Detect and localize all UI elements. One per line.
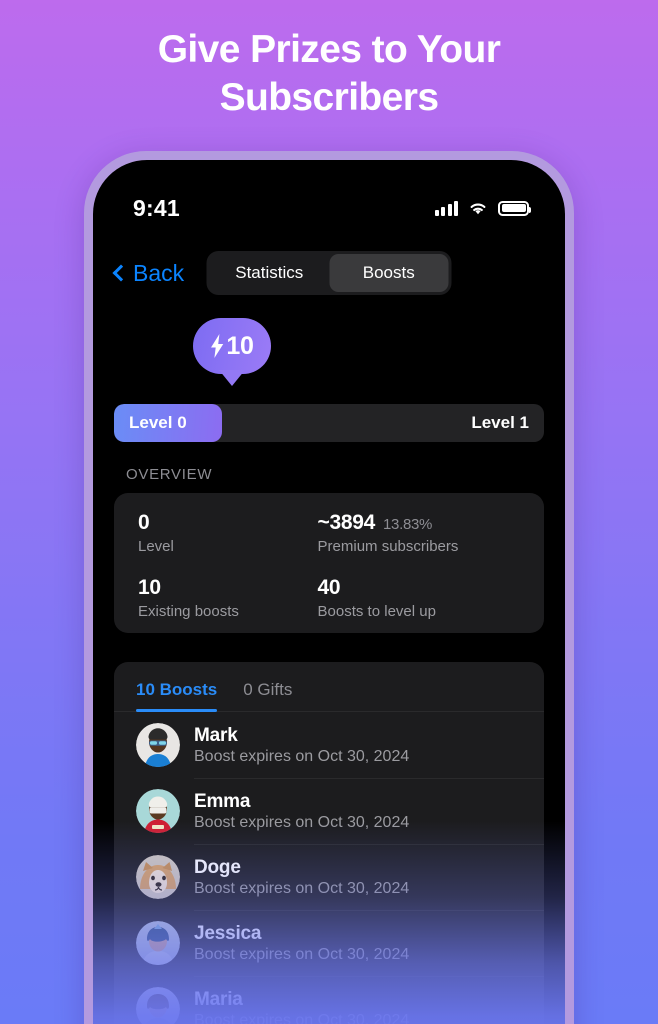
stat-level: 0 Level xyxy=(138,511,318,555)
stat-label: Boosts to level up xyxy=(317,603,436,620)
battery-full-icon xyxy=(498,200,531,216)
stat-boosts-to-level-up: 40 Boosts to level up xyxy=(318,576,520,620)
overview-card: 0 Level ~3894 13.83% Premium subscribers… xyxy=(114,493,544,633)
status-bar: 9:41 xyxy=(93,160,565,234)
avatar-emma xyxy=(136,789,180,833)
boost-count-badge: 10 xyxy=(193,318,271,374)
stat-label: Level xyxy=(138,538,174,555)
stat-percent: 13.83% xyxy=(383,516,433,533)
table-row[interactable]: Maria Boost expires on Oct 30, 2024 xyxy=(114,976,544,1024)
stat-premium-subscribers: ~3894 13.83% Premium subscribers xyxy=(318,511,520,555)
page-title: Give Prizes to Your Subscribers xyxy=(157,28,501,119)
tab-boosts[interactable]: Boosts xyxy=(329,254,449,292)
stat-value: ~3894 13.83% xyxy=(317,511,433,534)
back-button[interactable]: Back xyxy=(112,259,185,287)
boost-count-value: 10 xyxy=(226,331,254,360)
table-row[interactable]: Doge Boost expires on Oct 30, 2024 xyxy=(114,844,544,910)
status-clock: 9:41 xyxy=(133,194,180,221)
row-name: Doge xyxy=(194,856,241,878)
wifi-icon xyxy=(470,203,486,215)
avatar-doge xyxy=(136,855,180,899)
boost-badge-container: 10 xyxy=(93,318,565,396)
lightning-bolt-icon xyxy=(211,334,224,358)
row-text: Emma Boost expires on Oct 30, 2024 xyxy=(194,791,409,832)
row-subtitle: Boost expires on Oct 30, 2024 xyxy=(194,813,410,831)
level-next-label: Level 1 xyxy=(471,413,529,432)
stat-value: 0 xyxy=(138,511,150,534)
stat-label: Premium subscribers xyxy=(317,538,459,555)
boosts-card: 10 Boosts 0 Gifts Mark Boost expires on … xyxy=(114,662,544,1024)
level-current-label: Level 0 xyxy=(129,413,187,432)
avatar-maria xyxy=(136,987,180,1024)
avatar-jessica xyxy=(136,921,180,965)
row-text: Maria Boost expires on Oct 30, 2024 xyxy=(194,989,409,1024)
avatar-mark xyxy=(136,723,180,767)
row-subtitle: Boost expires on Oct 30, 2024 xyxy=(194,945,410,963)
row-subtitle: Boost expires on Oct 30, 2024 xyxy=(194,1011,410,1024)
row-text: Jessica Boost expires on Oct 30, 2024 xyxy=(194,923,409,964)
stat-label: Existing boosts xyxy=(138,603,239,620)
tab-boosts-list[interactable]: 10 Boosts xyxy=(136,680,218,712)
row-name: Jessica xyxy=(194,922,262,944)
nav-bar: Back Statistics Boosts xyxy=(93,242,565,304)
stat-existing-boosts: 10 Existing boosts xyxy=(138,576,318,620)
row-subtitle: Boost expires on Oct 30, 2024 xyxy=(194,747,410,765)
phone-screen: 9:41 Back Statistics Boosts 10 Level 0 L… xyxy=(93,160,565,1024)
row-name: Emma xyxy=(194,790,251,812)
tab-statistics[interactable]: Statistics xyxy=(210,254,330,292)
table-row[interactable]: Emma Boost expires on Oct 30, 2024 xyxy=(114,778,544,844)
tab-gifts-list[interactable]: 0 Gifts xyxy=(243,680,292,711)
row-name: Mark xyxy=(194,724,238,746)
level-progress-bar: Level 0 Level 1 xyxy=(114,404,544,442)
phone-frame: 9:41 Back Statistics Boosts 10 Level 0 L… xyxy=(84,151,574,1024)
cellular-signal-icon xyxy=(434,200,458,216)
status-icons xyxy=(434,200,531,216)
row-text: Doge Boost expires on Oct 30, 2024 xyxy=(194,857,409,898)
row-subtitle: Boost expires on Oct 30, 2024 xyxy=(194,879,410,897)
overview-stat-grid: 0 Level ~3894 13.83% Premium subscribers… xyxy=(114,511,544,620)
row-name: Maria xyxy=(194,988,243,1010)
table-row[interactable]: Mark Boost expires on Oct 30, 2024 xyxy=(114,712,544,778)
table-row[interactable]: Jessica Boost expires on Oct 30, 2024 xyxy=(114,910,544,976)
boosts-tabs: 10 Boosts 0 Gifts xyxy=(114,662,544,712)
stat-value: 40 xyxy=(317,576,341,599)
overview-section-title: OVERVIEW xyxy=(126,466,213,483)
row-text: Mark Boost expires on Oct 30, 2024 xyxy=(194,725,409,766)
back-label: Back xyxy=(133,259,185,286)
stat-value: 10 xyxy=(138,576,161,599)
chevron-left-icon xyxy=(112,264,130,282)
segmented-control[interactable]: Statistics Boosts xyxy=(206,251,452,295)
